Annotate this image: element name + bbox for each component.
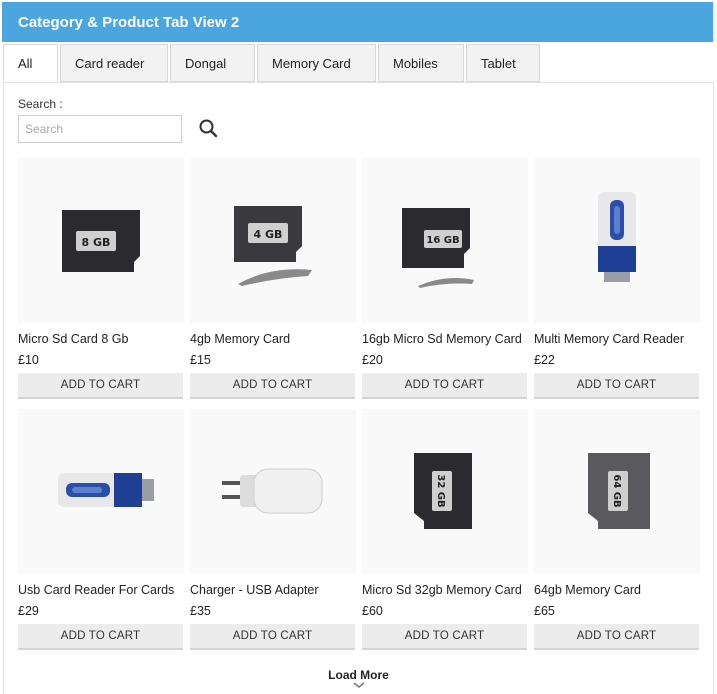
tab-card-reader[interactable]: Card reader: [60, 44, 168, 82]
product-card: 8 GB Micro Sd Card 8 Gb £10 ADD TO CART: [18, 158, 184, 399]
search-input[interactable]: [18, 115, 182, 143]
product-price: £15: [190, 353, 211, 367]
product-card: 32 GB Micro Sd 32gb Memory Card £60 ADD …: [362, 409, 528, 650]
svg-text:4 GB: 4 GB: [254, 228, 283, 241]
tab-label: Mobiles: [393, 55, 438, 71]
product-image[interactable]: [190, 409, 356, 574]
product-image[interactable]: 4 GB: [190, 158, 356, 323]
add-to-cart-button[interactable]: ADD TO CART: [18, 373, 183, 399]
product-image[interactable]: [18, 409, 184, 574]
add-to-cart-button[interactable]: ADD TO CART: [362, 624, 527, 650]
category-tabs: All Card reader Dongal Memory Card Mobil…: [3, 44, 542, 82]
svg-text:32 GB: 32 GB: [435, 474, 446, 507]
search-icon[interactable]: [196, 116, 222, 142]
tab-label: Dongal: [185, 55, 227, 71]
product-price: £10: [18, 353, 39, 367]
tab-memory-card[interactable]: Memory Card: [257, 44, 376, 82]
search-label: Search :: [18, 97, 63, 111]
product-card: Usb Card Reader For Cards £29 ADD TO CAR…: [18, 409, 184, 650]
product-image[interactable]: 16 GB: [362, 158, 528, 323]
chevron-down-icon: [353, 682, 364, 688]
load-more-label: Load More: [328, 668, 389, 682]
product-image[interactable]: 8 GB: [18, 158, 184, 323]
add-to-cart-button[interactable]: ADD TO CART: [534, 373, 699, 399]
tab-label: Tablet: [481, 55, 516, 71]
add-to-cart-button[interactable]: ADD TO CART: [190, 624, 355, 650]
product-card: 4 GB 4gb Memory Card £15 ADD TO CART: [190, 158, 356, 399]
product-image[interactable]: [534, 158, 700, 323]
add-to-cart-button[interactable]: ADD TO CART: [18, 624, 183, 650]
product-card: 64 GB 64gb Memory Card £65 ADD TO CART: [534, 409, 700, 650]
tab-label: All: [18, 55, 33, 71]
product-name[interactable]: Charger - USB Adapter: [190, 583, 356, 597]
tab-dongal[interactable]: Dongal: [170, 44, 255, 82]
product-image[interactable]: 32 GB: [362, 409, 528, 574]
product-name[interactable]: Micro Sd Card 8 Gb: [18, 332, 184, 346]
add-to-cart-button[interactable]: ADD TO CART: [190, 373, 355, 399]
product-card: Charger - USB Adapter £35 ADD TO CART: [190, 409, 356, 650]
product-price: £35: [190, 604, 211, 618]
tab-all[interactable]: All: [3, 44, 58, 82]
product-name[interactable]: 4gb Memory Card: [190, 332, 356, 346]
tab-mobiles[interactable]: Mobiles: [378, 44, 464, 82]
svg-text:16 GB: 16 GB: [426, 235, 459, 246]
product-price: £20: [362, 353, 383, 367]
product-price: £22: [534, 353, 555, 367]
tab-tablet[interactable]: Tablet: [466, 44, 540, 82]
svg-text:8 GB: 8 GB: [82, 236, 111, 249]
product-name[interactable]: 16gb Micro Sd Memory Card: [362, 332, 528, 346]
product-name[interactable]: Multi Memory Card Reader: [534, 332, 700, 346]
product-name[interactable]: 64gb Memory Card: [534, 583, 700, 597]
tab-label: Card reader: [75, 55, 145, 71]
product-price: £60: [362, 604, 383, 618]
product-card: Multi Memory Card Reader £22 ADD TO CART: [534, 158, 700, 399]
product-price: £29: [18, 604, 39, 618]
add-to-cart-button[interactable]: ADD TO CART: [362, 373, 527, 399]
add-to-cart-button[interactable]: ADD TO CART: [534, 624, 699, 650]
svg-text:64 GB: 64 GB: [611, 474, 622, 507]
load-more-button[interactable]: Load More: [300, 668, 417, 689]
product-image[interactable]: 64 GB: [534, 409, 700, 574]
tab-label: Memory Card: [272, 55, 351, 71]
page-header: Category & Product Tab View 2: [2, 2, 713, 42]
product-name[interactable]: Usb Card Reader For Cards: [18, 583, 184, 597]
product-price: £65: [534, 604, 555, 618]
product-name[interactable]: Micro Sd 32gb Memory Card: [362, 583, 528, 597]
page-title: Category & Product Tab View 2: [18, 13, 240, 31]
product-card: 16 GB 16gb Micro Sd Memory Card £20 ADD …: [362, 158, 528, 399]
